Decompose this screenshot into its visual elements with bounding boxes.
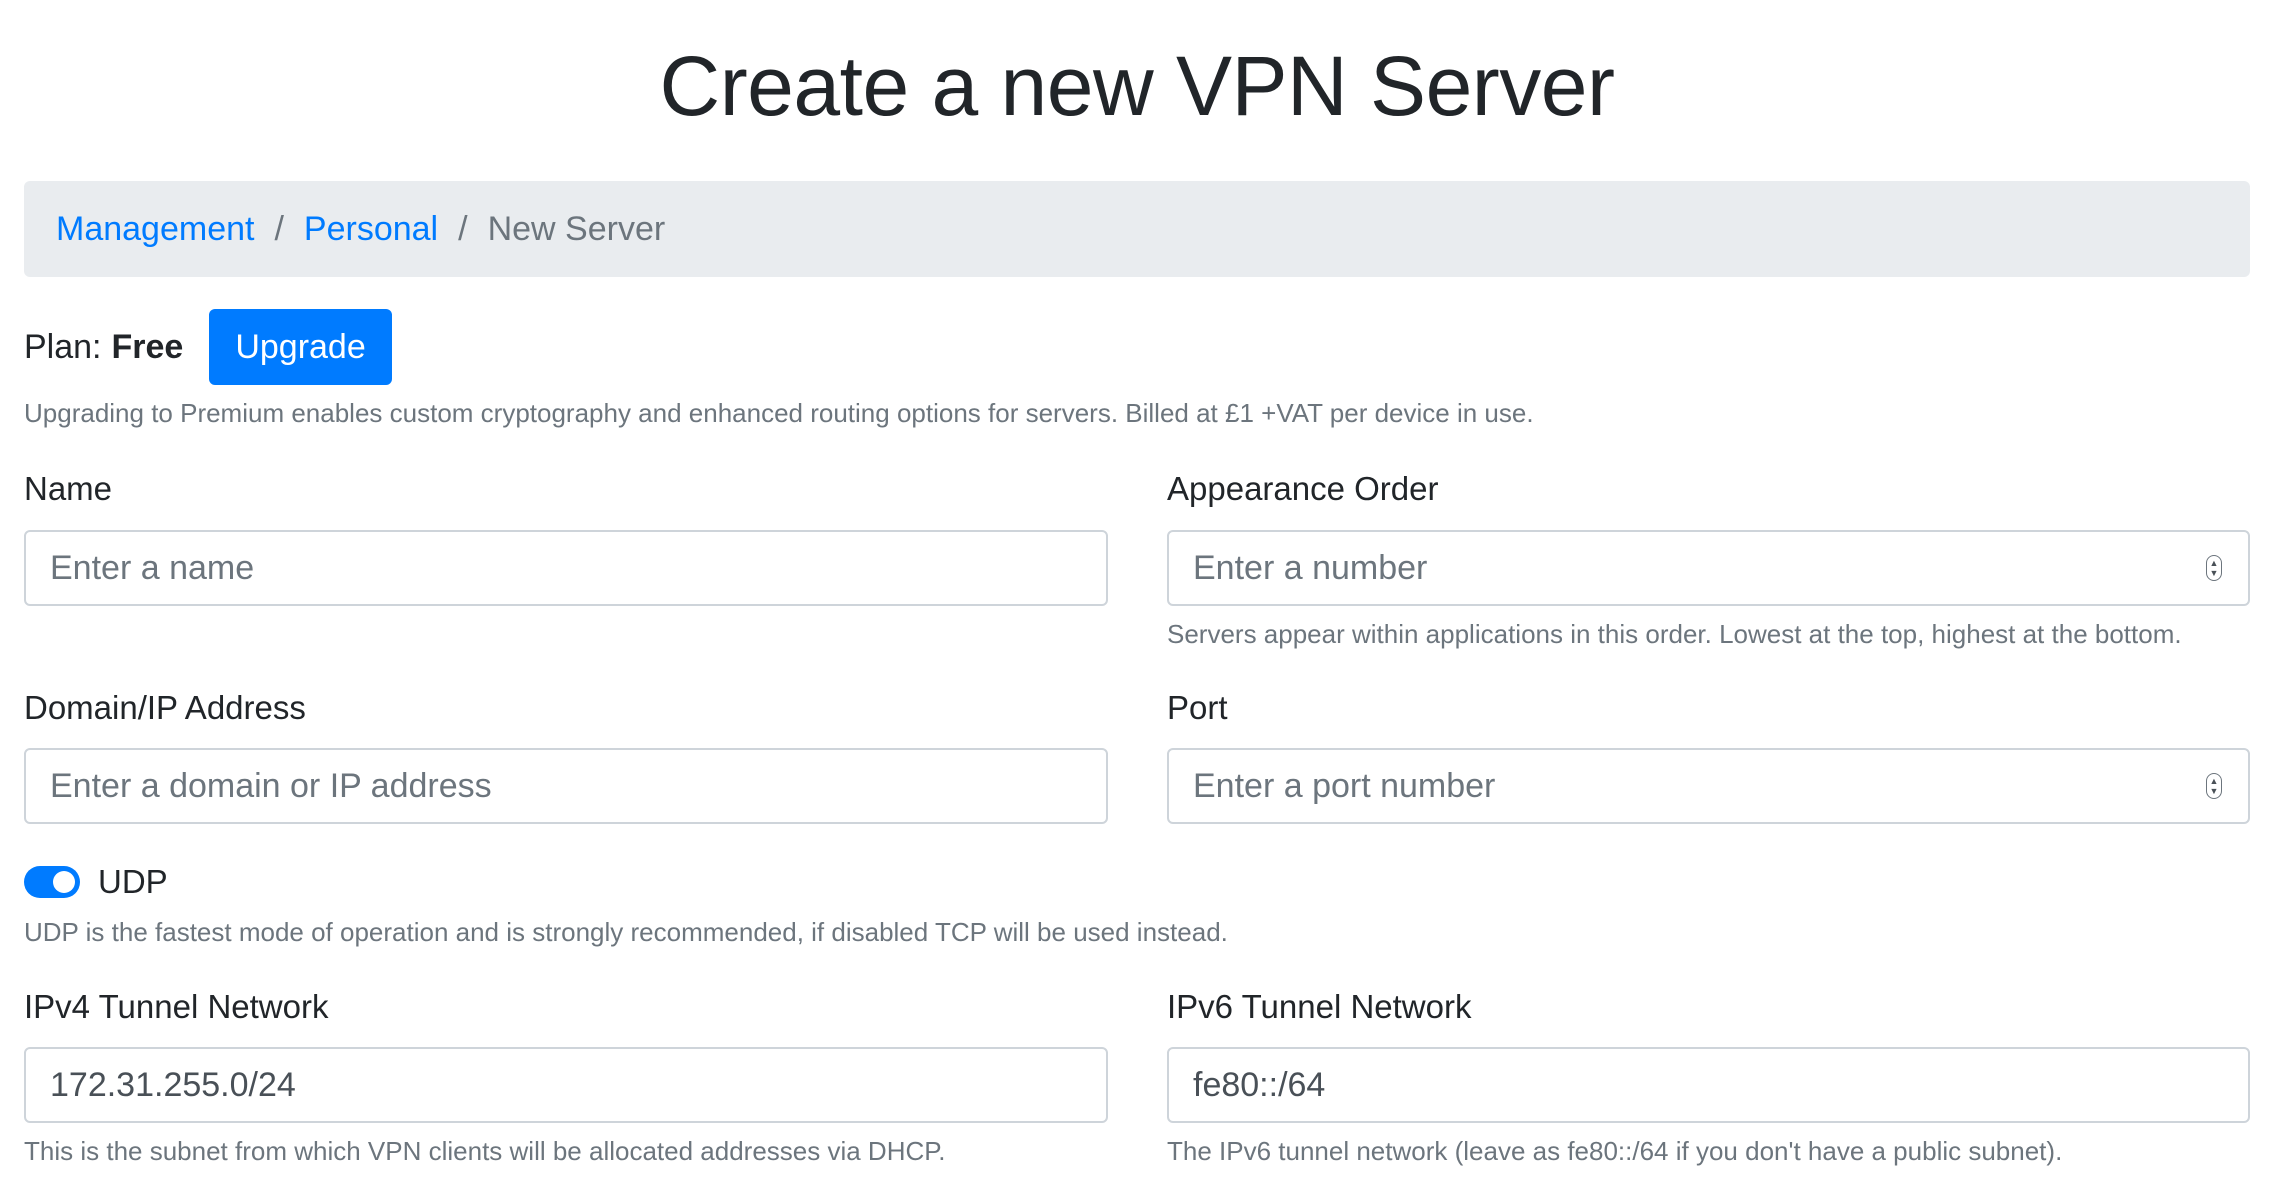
number-spinner-icon[interactable]: ▲ ▼ <box>2206 773 2222 799</box>
plan-label: Plan: <box>24 327 102 366</box>
domain-label: Domain/IP Address <box>24 689 306 726</box>
udp-label[interactable]: UDP <box>98 863 168 901</box>
breadcrumb-personal[interactable]: Personal <box>304 210 438 249</box>
plan-row: Plan: Free Upgrade <box>24 309 392 385</box>
breadcrumb-separator: / <box>274 209 284 248</box>
upgrade-button[interactable]: Upgrade <box>209 309 392 385</box>
plan-value: Free <box>111 327 184 366</box>
domain-input[interactable] <box>24 748 1108 824</box>
toggle-knob <box>53 871 75 893</box>
appearance-order-help: Servers appear within applications in th… <box>1167 619 2182 649</box>
name-input[interactable] <box>24 530 1108 606</box>
port-input[interactable] <box>1167 748 2250 824</box>
name-label: Name <box>24 470 113 507</box>
breadcrumb-new-server: New Server <box>487 209 666 248</box>
ipv4-input[interactable] <box>24 1047 1108 1123</box>
create-server-page: Create a new VPN Server Management / Per… <box>0 0 2274 1196</box>
appearance-order-label: Appearance Order <box>1167 470 1439 507</box>
breadcrumb: Management / Personal / New Server <box>24 181 2250 277</box>
page-title: Create a new VPN Server <box>659 39 1615 133</box>
ipv4-help-text: This is the subnet from which VPN client… <box>24 1136 946 1166</box>
port-label: Port <box>1167 689 1228 726</box>
number-spinner-icon[interactable]: ▲ ▼ <box>2206 555 2222 581</box>
breadcrumb-separator: / <box>458 209 468 248</box>
plan-help-text: Upgrading to Premium enables custom cryp… <box>24 398 1534 428</box>
ipv6-input[interactable] <box>1167 1047 2250 1123</box>
udp-toggle-switch[interactable] <box>24 866 80 898</box>
ipv6-help-text: The IPv6 tunnel network (leave as fe80::… <box>1167 1136 2063 1166</box>
udp-help-text: UDP is the fastest mode of operation and… <box>24 917 1228 947</box>
appearance-order-input[interactable] <box>1167 530 2250 606</box>
ipv4-label: IPv4 Tunnel Network <box>24 988 329 1025</box>
udp-toggle-row: UDP <box>24 862 168 902</box>
breadcrumb-management[interactable]: Management <box>56 210 254 249</box>
ipv6-label: IPv6 Tunnel Network <box>1167 988 1472 1025</box>
